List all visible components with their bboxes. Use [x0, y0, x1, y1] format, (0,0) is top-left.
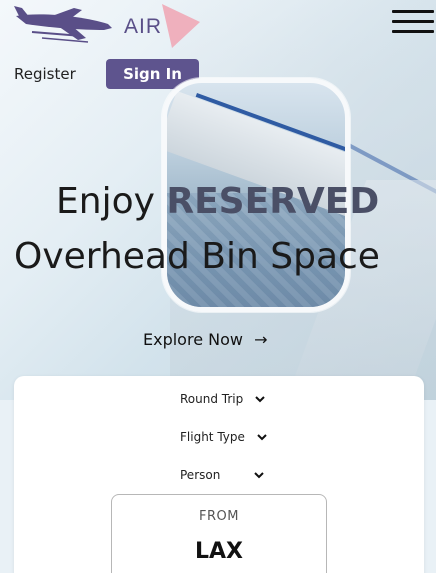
headline-highlight: RESERVED	[166, 181, 380, 222]
flight-type-value: Flight Type	[180, 430, 245, 444]
flight-type-select[interactable]: Flight Type	[180, 430, 267, 444]
headline-line-2: Overhead Bin Space	[14, 236, 380, 277]
trip-type-select[interactable]: Round Trip	[180, 392, 265, 406]
hamburger-line	[392, 30, 434, 33]
hamburger-icon	[392, 10, 434, 13]
trip-type-value: Round Trip	[180, 392, 244, 406]
from-label: FROM	[199, 509, 239, 524]
from-airport-code: LAX	[194, 539, 243, 564]
brand-name: AIR	[124, 15, 163, 38]
explore-label: Explore Now	[143, 330, 243, 349]
person-value: Person	[180, 468, 221, 482]
headline-prefix: Enjoy	[56, 181, 155, 222]
booking-card: Round Trip Flight Type Person FROM LAX	[14, 376, 424, 573]
register-link[interactable]: Register	[14, 65, 76, 83]
arrow-right-icon: →	[254, 330, 268, 349]
chevron-down-icon	[254, 468, 264, 482]
hamburger-line	[392, 20, 434, 23]
chevron-down-icon	[255, 392, 265, 406]
headline-line-1: Enjoy RESERVED	[56, 181, 379, 222]
explore-now-link[interactable]: Explore Now →	[143, 330, 267, 349]
person-select[interactable]: Person	[180, 468, 264, 482]
from-airport-field[interactable]: FROM LAX	[111, 494, 327, 573]
airplane-logo-icon	[14, 4, 200, 48]
hamburger-menu-button[interactable]	[392, 10, 434, 36]
chevron-down-icon	[256, 430, 267, 444]
hero-section: AIR Register Sign In Enjoy RESERVED Over…	[0, 0, 436, 400]
brand-logo[interactable]: AIR	[12, 2, 202, 54]
